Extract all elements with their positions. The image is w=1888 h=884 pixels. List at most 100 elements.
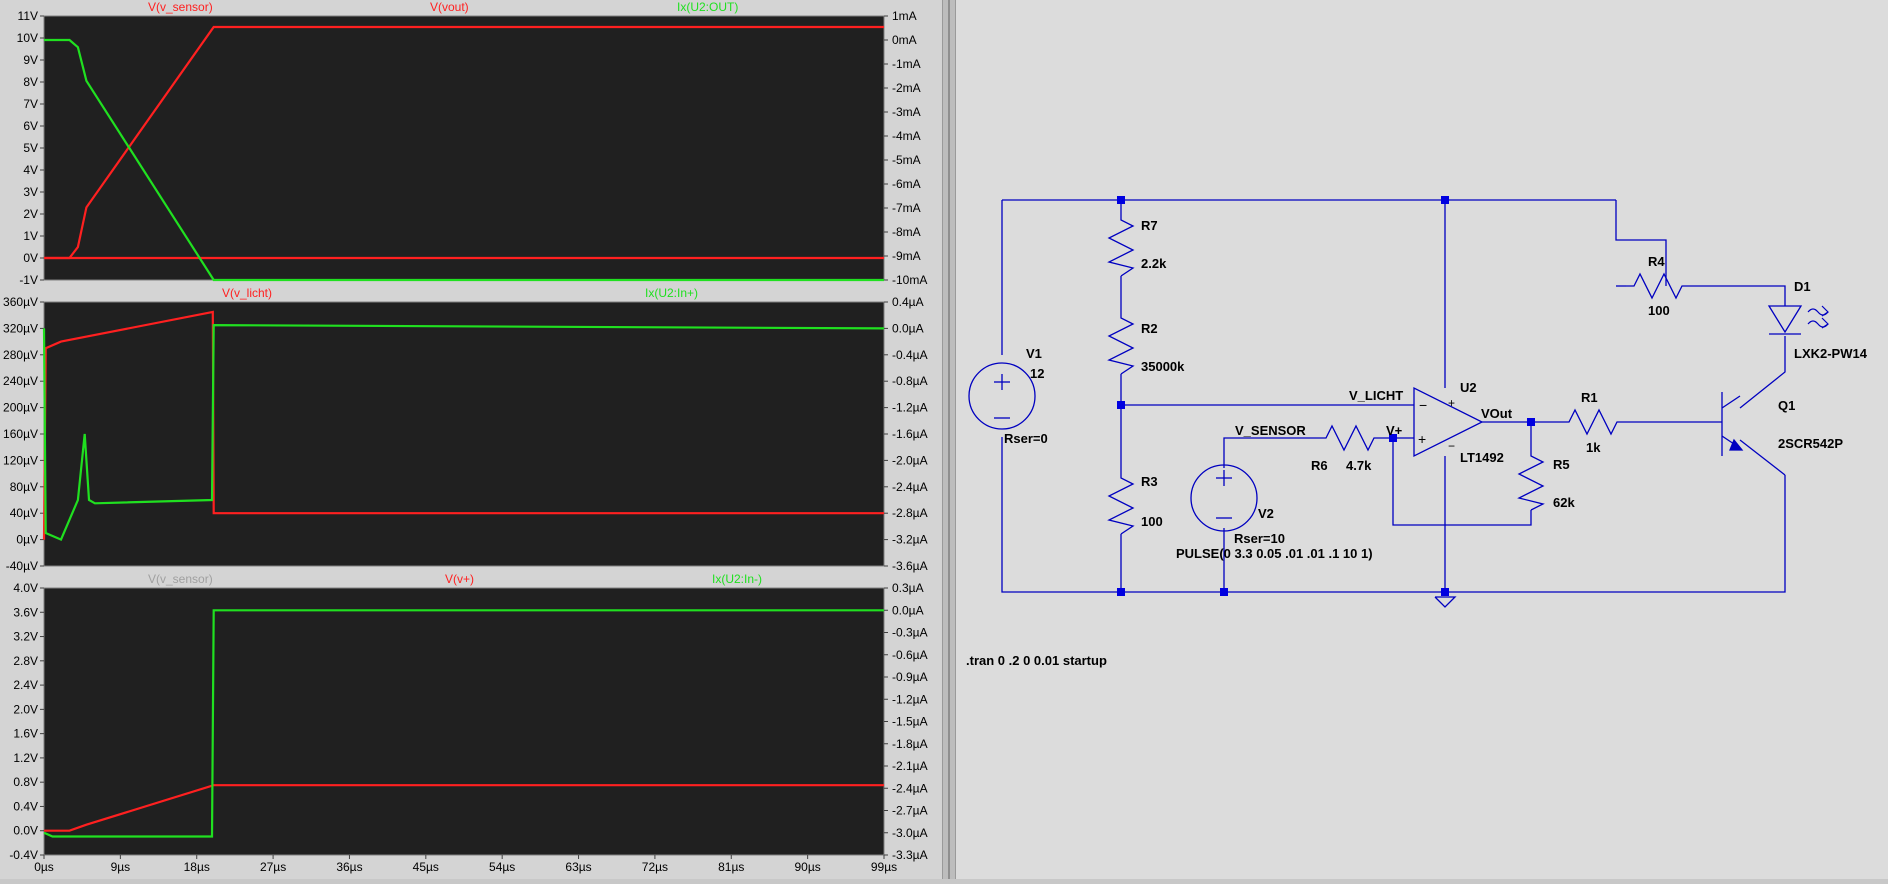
right-tick-label: -3.6µA (892, 559, 928, 573)
resistor-r2[interactable] (1107, 310, 1135, 375)
q1-value: 2SCR542P (1778, 436, 1843, 451)
right-tick-label: -3.0µA (892, 826, 928, 840)
right-tick-label: -3.2µA (892, 533, 928, 547)
resistor-r7[interactable] (1107, 212, 1135, 277)
trace-label[interactable]: V(vout) (430, 0, 469, 14)
left-tick-label: 2.4V (13, 678, 38, 692)
right-tick-label: -1.2µA (892, 692, 928, 706)
right-tick-label: -1mA (892, 57, 921, 71)
left-tick-label: 360µV (3, 295, 38, 309)
net-label-vout: VOut (1481, 406, 1513, 421)
right-tick-label: -2mA (892, 81, 921, 95)
left-tick-label: 7V (23, 97, 38, 111)
left-tick-label: 1.6V (13, 727, 38, 741)
resistor-r1[interactable] (1561, 408, 1625, 436)
v2-rser: Rser=10 (1234, 531, 1285, 546)
schematic-canvas[interactable]: V1 12 Rser=0 V2 Rser=10 PULSE(0 3.3 0.05… (956, 0, 1888, 879)
right-tick-label: 0.0µA (892, 603, 924, 617)
left-tick-label: 8V (23, 75, 38, 89)
x-tick-label: 0µs (34, 860, 54, 874)
left-tick-label: -1V (19, 273, 38, 287)
svg-text:+: + (1418, 431, 1426, 447)
plot-area[interactable] (43, 15, 885, 281)
trace-label[interactable]: Ix(U2:In+) (645, 286, 698, 300)
resistor-r4[interactable] (1626, 272, 1690, 300)
v1-value: 12 (1030, 366, 1044, 381)
right-tick-label: -2.8µA (892, 506, 928, 520)
right-tick-label: -9mA (892, 249, 921, 263)
voltage-source-v2[interactable] (1190, 464, 1258, 532)
net-label-v-sensor: V_SENSOR (1235, 423, 1306, 438)
junction (1220, 588, 1228, 596)
right-tick-label: -2.1µA (892, 759, 928, 773)
junction (1117, 196, 1125, 204)
left-tick-label: 5V (23, 141, 38, 155)
left-tick-label: 40µV (10, 506, 38, 520)
right-tick-label: -1.2µA (892, 401, 928, 415)
net-label-vplus: V+ (1386, 423, 1403, 438)
d1-name: D1 (1794, 279, 1811, 294)
x-tick-label: 36µs (336, 860, 362, 874)
right-tick-label: 0.4µA (892, 295, 924, 309)
right-tick-label: -8mA (892, 225, 921, 239)
wire-r7-to-r4 (1615, 200, 1667, 286)
left-tick-label: 0.8V (13, 775, 38, 789)
net-label-v-licht: V_LICHT (1349, 388, 1403, 403)
resistor-r5[interactable] (1517, 450, 1545, 511)
right-tick-label: 0mA (892, 33, 917, 47)
right-tick-label: -0.4µA (892, 348, 928, 362)
right-tick-label: -0.9µA (892, 670, 928, 684)
trace-label[interactable]: Ix(U2:OUT) (677, 0, 738, 14)
r2-value: 35000k (1141, 359, 1185, 374)
trace-label[interactable]: V(v_sensor) (148, 0, 213, 14)
trace-label[interactable]: V(v_sensor) (148, 572, 213, 586)
opamp-u2[interactable]: − + + − (1413, 386, 1484, 458)
left-tick-label: 2V (23, 207, 38, 221)
left-tick-label: 120µV (3, 453, 38, 467)
left-tick-label: 0.0V (13, 824, 38, 838)
plot-area[interactable] (43, 301, 885, 567)
left-tick-label: 1V (23, 229, 38, 243)
r5-value: 62k (1553, 495, 1575, 510)
left-tick-label: 11V (18, 9, 38, 23)
splitter-grip[interactable] (948, 0, 950, 879)
r4-name: R4 (1648, 254, 1665, 269)
pane-splitter[interactable] (942, 0, 956, 879)
left-tick-label: 3.2V (13, 630, 38, 644)
plot-area[interactable] (43, 587, 885, 856)
left-tick-label: 1.2V (13, 751, 38, 765)
trace-label[interactable]: Ix(U2:In-) (712, 572, 762, 586)
trace-label[interactable]: V(v_licht) (222, 286, 272, 300)
junctions (1117, 196, 1535, 596)
x-tick-label: 18µs (184, 860, 210, 874)
led-d1[interactable] (1767, 305, 1829, 335)
x-tick-label: 9µs (111, 860, 131, 874)
r1-name: R1 (1581, 390, 1598, 405)
x-tick-label: 63µs (565, 860, 591, 874)
waveform-pane-2[interactable]: V(v_licht) Ix(U2:In+) 360µV 320µV 280µV 240µV… (3, 286, 928, 573)
r7-value: 2.2k (1141, 256, 1167, 271)
waveform-pane-1[interactable]: V(v_sensor) V(vout) Ix(U2:OUT) 11V 10V 9V 8V 7V… (17, 0, 928, 287)
trace-label[interactable]: V(v+) (445, 572, 474, 586)
waveform-plots[interactable]: V(v_sensor) V(vout) Ix(U2:OUT) 11V 10V 9V 8V 7V… (0, 0, 942, 879)
r7-name: R7 (1141, 218, 1158, 233)
resistor-r6[interactable] (1318, 424, 1382, 452)
voltage-source-v1[interactable] (968, 362, 1036, 430)
right-tick-label: -3.3µA (892, 848, 928, 862)
right-tick-label: -1.5µA (892, 715, 928, 729)
left-tick-label: 280µV (3, 348, 38, 362)
resistor-r3[interactable] (1107, 470, 1135, 535)
left-tick-label: 3V (23, 185, 38, 199)
x-tick-label: 99µs (871, 860, 897, 874)
schematic-editor[interactable]: V1 12 Rser=0 V2 Rser=10 PULSE(0 3.3 0.05… (956, 0, 1888, 879)
right-tick-label: -6mA (892, 177, 921, 191)
r1-value: 1k (1586, 440, 1601, 455)
x-tick-label: 54µs (489, 860, 515, 874)
spice-directive[interactable]: .tran 0 .2 0 0.01 startup (966, 653, 1107, 668)
waveform-viewer[interactable]: V(v_sensor) V(vout) Ix(U2:OUT) 11V 10V 9V 8V 7V… (0, 0, 942, 879)
right-tick-label: 0.0µA (892, 321, 924, 335)
waveform-pane-3[interactable]: V(v_sensor) V(v+) Ix(U2:In-) 4.0V 3.6V 3.2V 2.… (9, 572, 927, 862)
v1-name: V1 (1026, 346, 1042, 361)
transistor-q1[interactable] (1721, 392, 1744, 456)
left-tick-label: 6V (23, 119, 38, 133)
